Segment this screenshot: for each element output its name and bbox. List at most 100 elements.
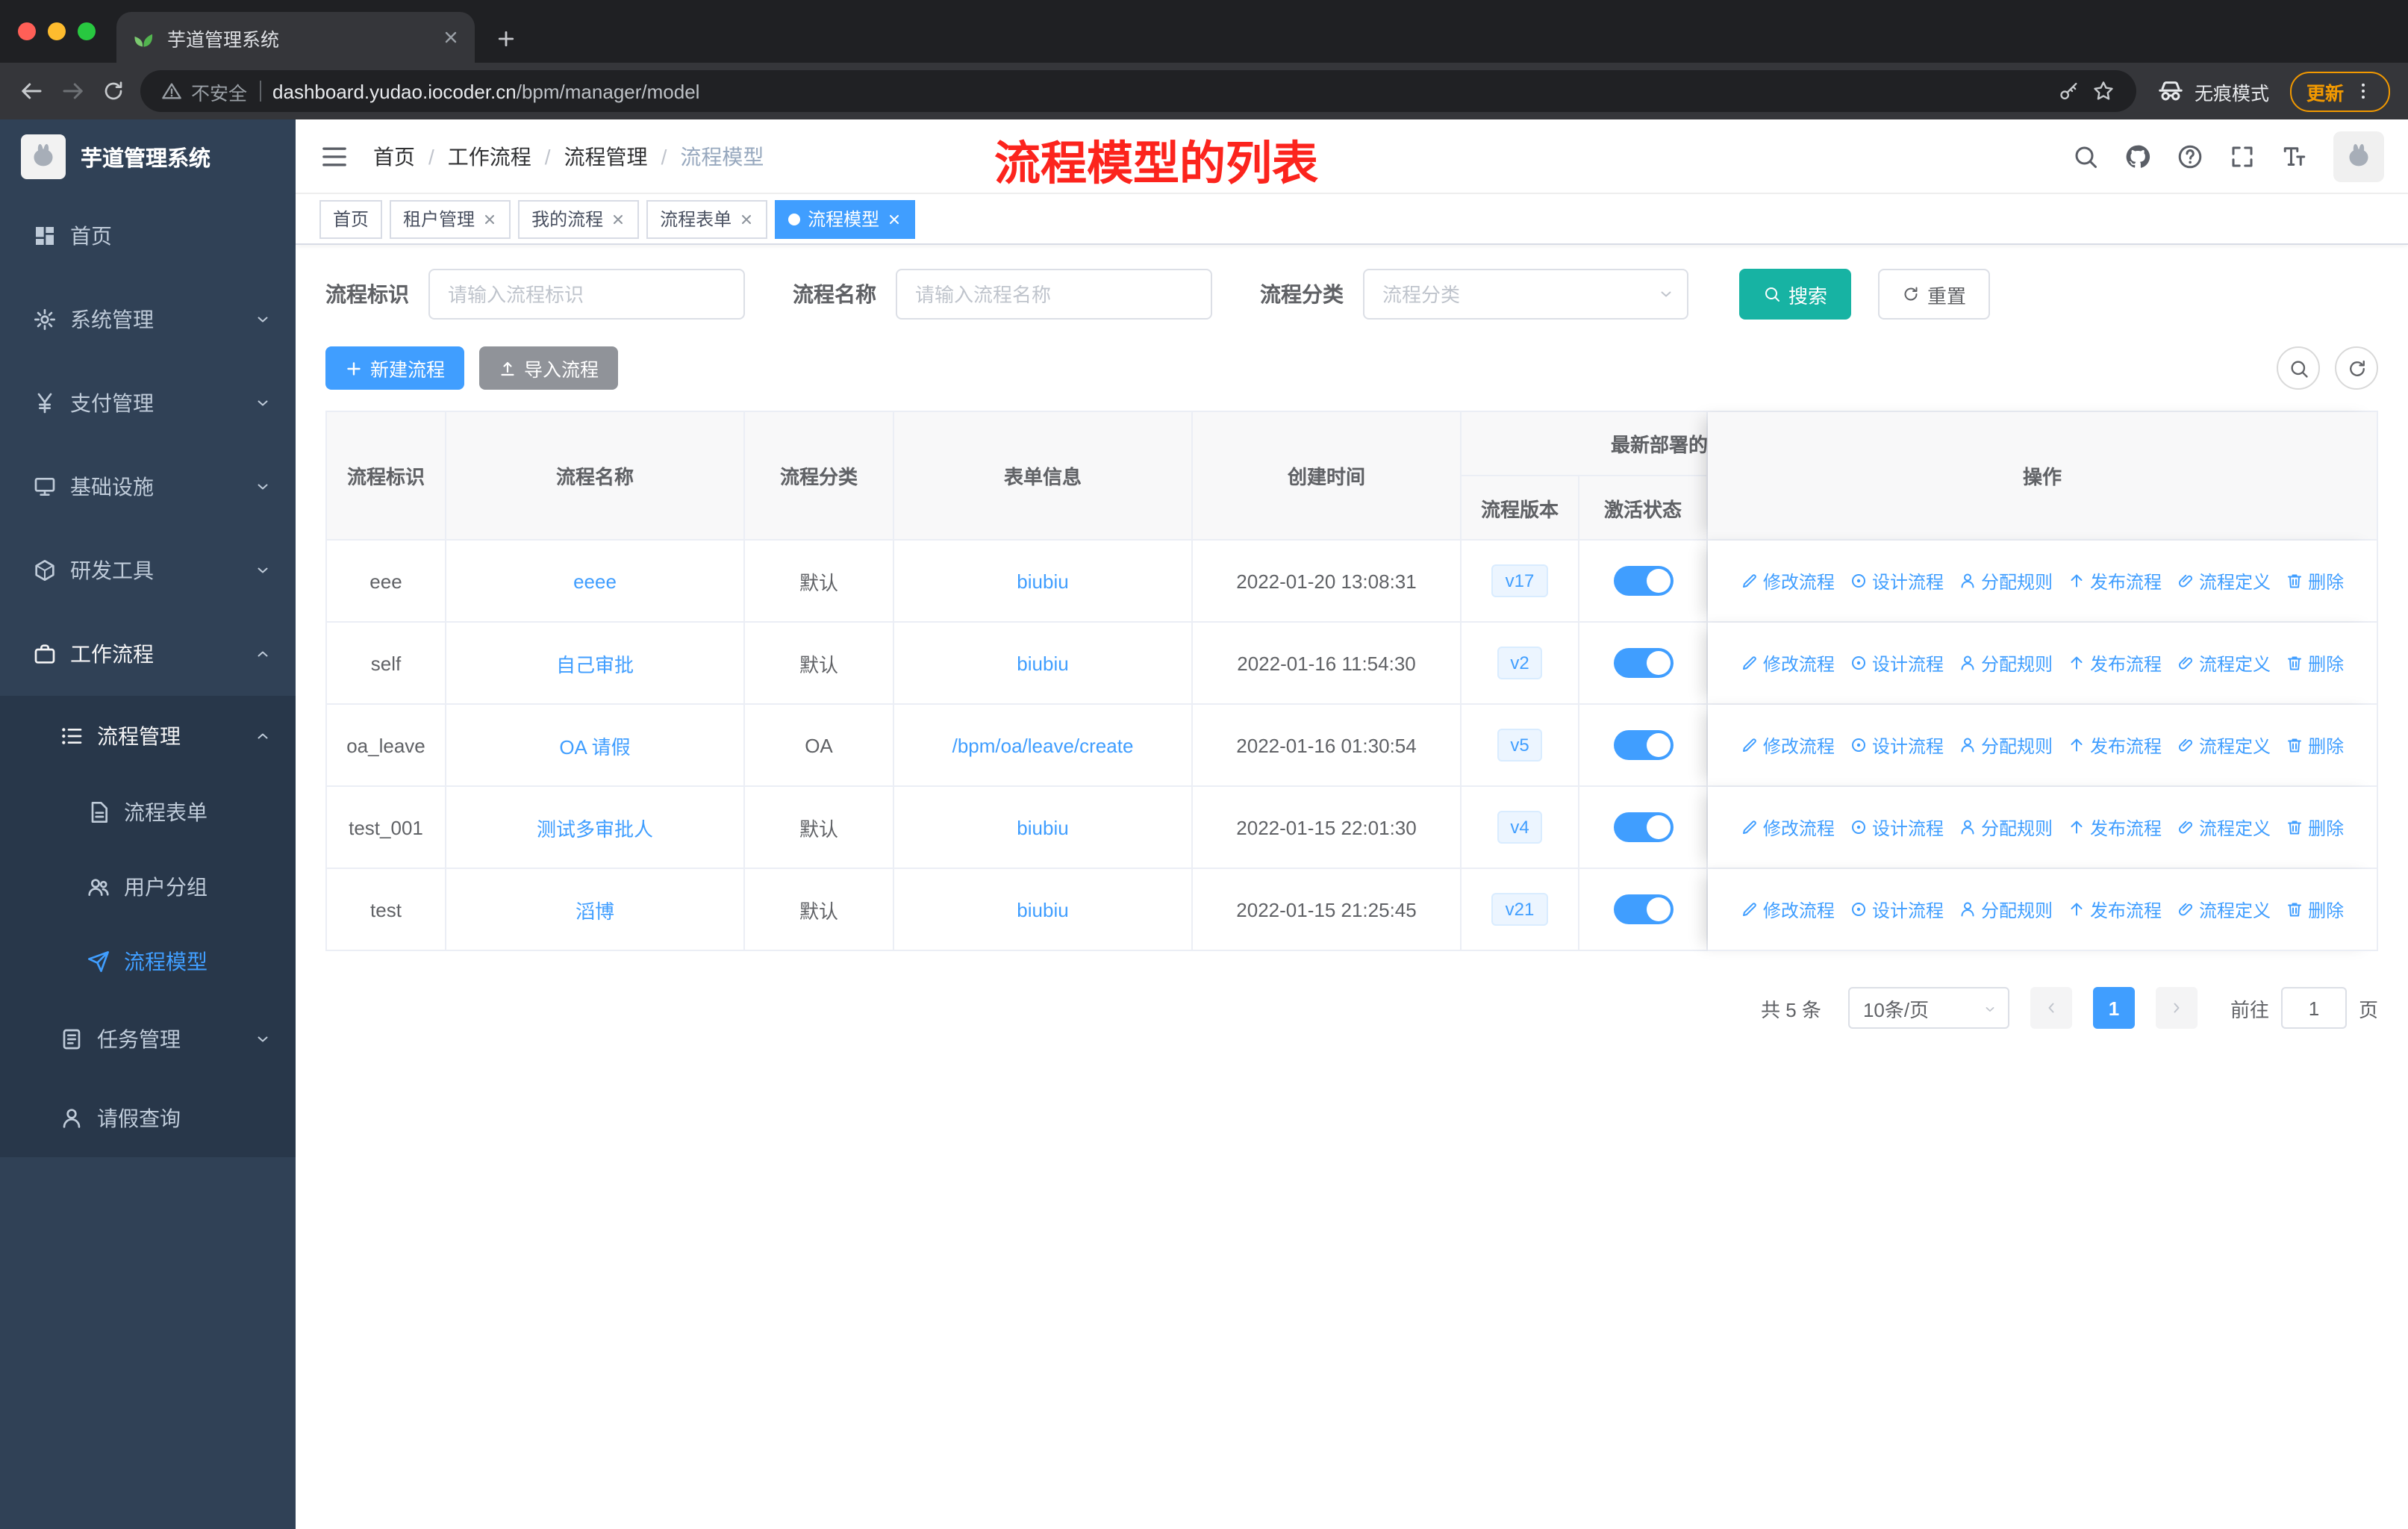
process-name-link[interactable]: 测试多审批人 xyxy=(537,818,653,840)
process-definition-link[interactable]: 流程定义 xyxy=(2177,897,2271,922)
new-tab-button[interactable] xyxy=(496,28,517,49)
version-badge[interactable]: v17 xyxy=(1491,564,1548,597)
active-toggle[interactable] xyxy=(1613,894,1673,924)
publish-process-link[interactable]: 发布流程 xyxy=(2068,815,2162,840)
version-badge[interactable]: v21 xyxy=(1491,893,1548,926)
app-logo[interactable]: 芋道管理系统 xyxy=(0,119,296,194)
delete-link[interactable]: 删除 xyxy=(2286,650,2344,676)
assign-rule-link[interactable]: 分配规则 xyxy=(1959,732,2053,758)
maximize-window-button[interactable] xyxy=(78,22,96,40)
security-warning[interactable]: 不安全 xyxy=(161,77,247,105)
design-process-link[interactable]: 设计流程 xyxy=(1850,815,1944,840)
tag-home[interactable]: 首页 xyxy=(319,199,383,238)
process-definition-link[interactable]: 流程定义 xyxy=(2177,815,2271,840)
tag-tenant-management[interactable]: 租户管理 xyxy=(390,199,511,238)
process-name-link[interactable]: 自己审批 xyxy=(556,653,634,676)
delete-link[interactable]: 删除 xyxy=(2286,897,2344,922)
modify-process-link[interactable]: 修改流程 xyxy=(1741,815,1835,840)
active-toggle[interactable] xyxy=(1613,648,1673,678)
close-icon[interactable] xyxy=(739,211,754,226)
delete-link[interactable]: 删除 xyxy=(2286,568,2344,594)
sidebar-item-devtools[interactable]: 研发工具 xyxy=(0,529,296,612)
modify-process-link[interactable]: 修改流程 xyxy=(1741,568,1835,594)
modify-process-link[interactable]: 修改流程 xyxy=(1741,650,1835,676)
sidebar-item-workflow[interactable]: 工作流程 xyxy=(0,612,296,696)
close-icon[interactable] xyxy=(611,211,626,226)
fullscreen-icon[interactable] xyxy=(2229,143,2256,169)
help-icon[interactable] xyxy=(2177,143,2203,169)
reload-icon[interactable] xyxy=(102,79,125,103)
form-info-link[interactable]: /bpm/oa/leave/create xyxy=(952,734,1134,756)
form-info-link[interactable]: biubiu xyxy=(1017,816,1068,838)
form-info-link[interactable]: biubiu xyxy=(1017,570,1068,592)
process-definition-link[interactable]: 流程定义 xyxy=(2177,568,2271,594)
page-number-current[interactable]: 1 xyxy=(2092,987,2135,1029)
process-definition-link[interactable]: 流程定义 xyxy=(2177,650,2271,676)
sidebar-item-leave-query[interactable]: 请假查询 xyxy=(0,1078,296,1157)
assign-rule-link[interactable]: 分配规则 xyxy=(1959,815,2053,840)
process-id-input[interactable] xyxy=(428,269,745,320)
next-page-button[interactable] xyxy=(2155,987,2198,1029)
delete-link[interactable]: 删除 xyxy=(2286,732,2344,758)
sidebar-item-home[interactable]: 首页 xyxy=(0,194,296,278)
reset-button[interactable]: 重置 xyxy=(1878,269,1991,320)
version-badge[interactable]: v4 xyxy=(1497,811,1543,844)
sidebar-item-system[interactable]: 系统管理 xyxy=(0,278,296,361)
tag-process-form[interactable]: 流程表单 xyxy=(646,199,768,238)
process-name-input[interactable] xyxy=(896,269,1212,320)
prev-page-button[interactable] xyxy=(2030,987,2072,1029)
process-name-link[interactable]: 滔博 xyxy=(576,900,614,922)
assign-rule-link[interactable]: 分配规则 xyxy=(1959,897,2053,922)
process-name-link[interactable]: eeee xyxy=(573,570,617,592)
sidebar-item-user-group[interactable]: 用户分组 xyxy=(0,850,296,924)
active-toggle[interactable] xyxy=(1613,566,1673,596)
process-name-link[interactable]: OA 请假 xyxy=(559,735,630,758)
publish-process-link[interactable]: 发布流程 xyxy=(2068,568,2162,594)
design-process-link[interactable]: 设计流程 xyxy=(1850,897,1944,922)
import-process-button[interactable]: 导入流程 xyxy=(479,346,619,390)
search-icon[interactable] xyxy=(2072,143,2099,169)
sidebar-item-payment[interactable]: 支付管理 xyxy=(0,361,296,445)
breadcrumb-workflow[interactable]: 工作流程 xyxy=(415,141,531,171)
publish-process-link[interactable]: 发布流程 xyxy=(2068,897,2162,922)
goto-page-input[interactable] xyxy=(2280,987,2347,1029)
design-process-link[interactable]: 设计流程 xyxy=(1850,568,1944,594)
version-badge[interactable]: v2 xyxy=(1497,647,1543,679)
bookmark-star-icon[interactable] xyxy=(2092,79,2115,103)
avatar[interactable] xyxy=(2333,131,2384,181)
tab-close-icon[interactable] xyxy=(442,28,460,46)
assign-rule-link[interactable]: 分配规则 xyxy=(1959,568,2053,594)
sidebar-item-process-model[interactable]: 流程模型 xyxy=(0,924,296,999)
design-process-link[interactable]: 设计流程 xyxy=(1850,732,1944,758)
modify-process-link[interactable]: 修改流程 xyxy=(1741,897,1835,922)
back-icon[interactable] xyxy=(18,78,45,105)
refresh-table-button[interactable] xyxy=(2335,346,2378,390)
sidebar-item-process-management[interactable]: 流程管理 xyxy=(0,696,296,775)
browser-update-button[interactable]: 更新 xyxy=(2289,71,2390,111)
assign-rule-link[interactable]: 分配规则 xyxy=(1959,650,2053,676)
publish-process-link[interactable]: 发布流程 xyxy=(2068,732,2162,758)
close-icon[interactable] xyxy=(482,211,497,226)
active-toggle[interactable] xyxy=(1613,730,1673,760)
collapse-sidebar-icon[interactable] xyxy=(319,141,349,171)
close-icon[interactable] xyxy=(887,211,902,226)
sidebar-item-task-management[interactable]: 任务管理 xyxy=(0,999,296,1078)
active-toggle[interactable] xyxy=(1613,812,1673,842)
form-info-link[interactable]: biubiu xyxy=(1017,652,1068,674)
process-definition-link[interactable]: 流程定义 xyxy=(2177,732,2271,758)
version-badge[interactable]: v5 xyxy=(1497,729,1543,762)
sidebar-item-infrastructure[interactable]: 基础设施 xyxy=(0,445,296,529)
address-bar[interactable]: 不安全 dashboard.yudao.iocoder.cn/bpm/manag… xyxy=(140,70,2136,112)
delete-link[interactable]: 删除 xyxy=(2286,815,2344,840)
browser-tab[interactable]: 芋道管理系统 xyxy=(116,12,475,63)
form-info-link[interactable]: biubiu xyxy=(1017,898,1068,921)
create-process-button[interactable]: 新建流程 xyxy=(325,346,465,390)
design-process-link[interactable]: 设计流程 xyxy=(1850,650,1944,676)
menu-dots-icon[interactable] xyxy=(2353,81,2374,102)
process-category-select[interactable] xyxy=(1363,269,1688,320)
sidebar-item-process-form[interactable]: 流程表单 xyxy=(0,775,296,850)
modify-process-link[interactable]: 修改流程 xyxy=(1741,732,1835,758)
page-size-select[interactable]: 10条/页 xyxy=(1847,987,2009,1029)
breadcrumb-home[interactable]: 首页 xyxy=(373,141,415,171)
search-button[interactable]: 搜索 xyxy=(1739,269,1852,320)
